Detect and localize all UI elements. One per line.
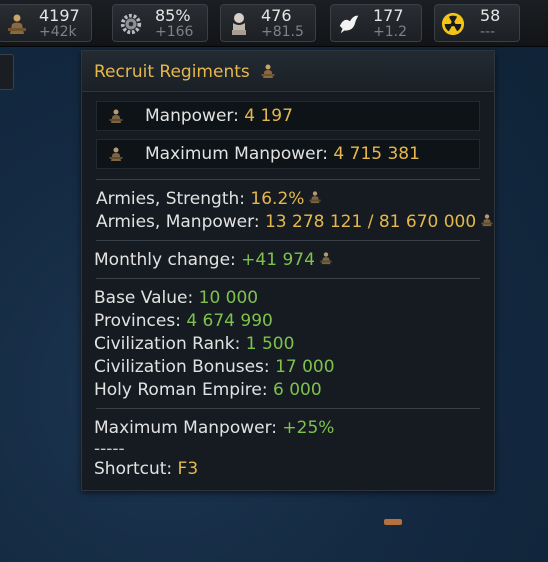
dashes-separator: ----- (94, 439, 125, 459)
holy-roman-empire-value: 6 000 (273, 380, 322, 400)
armies-manpower-label: Armies, Manpower: (96, 212, 265, 232)
holy-roman-empire-label: Holy Roman Empire: (94, 380, 273, 400)
monthly-change-label: Monthly change: (94, 250, 242, 270)
culture-resource[interactable]: 476 +81.5 (220, 4, 316, 42)
manpower-icon (108, 108, 124, 128)
culture-change: +81.5 (261, 24, 304, 40)
shortcut-key: F3 (177, 459, 199, 479)
recruit-regiments-tooltip: Recruit Regiments Manpower: 4 197 Maximu… (81, 50, 495, 491)
base-value-value: 10 000 (198, 288, 259, 308)
provinces-line: Provinces: 4 674 990 (94, 311, 273, 331)
civilization-rank-label: Civilization Rank: (94, 334, 246, 354)
armies-manpower-value: 13 278 121 / 81 670 000 (264, 212, 477, 232)
monthly-change-line: Monthly change: +41 974 (94, 250, 333, 270)
diplomacy-resource[interactable]: 177 +1.2 (330, 4, 422, 42)
maximum-manpower-value: 4 715 381 (333, 144, 420, 164)
nuclear-resource[interactable]: 58 --- (434, 4, 520, 42)
tooltip-header: Recruit Regiments (82, 51, 494, 92)
divider (96, 408, 480, 409)
civilization-bonuses-value: 17 000 (275, 357, 335, 377)
max-manpower-modifier-value: +25% (282, 418, 335, 438)
armies-strength-line: Armies, Strength: 16.2% (96, 189, 322, 209)
divider (96, 240, 480, 241)
max-manpower-modifier-label: Maximum Manpower: (94, 418, 283, 438)
production-value: 85% (155, 6, 191, 25)
top-resource-bar: 4197 +42k 85% +166 476 +81.5 177 +1.2 58… (0, 0, 548, 47)
divider (96, 179, 480, 180)
manpower-row: Manpower: 4 197 (96, 101, 480, 131)
diplomacy-change: +1.2 (373, 24, 407, 40)
maximum-manpower-label: Maximum Manpower: (145, 144, 334, 164)
manpower-value: 4 197 (244, 106, 293, 126)
culture-value: 476 (261, 6, 292, 25)
armies-strength-value: 16.2% (250, 189, 305, 209)
maximum-manpower-row: Maximum Manpower: 4 715 381 (96, 139, 480, 169)
production-resource[interactable]: 85% +166 (112, 4, 208, 42)
manpower-icon (108, 146, 124, 166)
side-panel-edge[interactable] (0, 54, 14, 90)
manpower-icon (319, 250, 333, 270)
shortcut-label: Shortcut: (94, 459, 178, 479)
diplomacy-value: 177 (373, 6, 404, 25)
production-change: +166 (155, 24, 194, 40)
monthly-change-value: +41 974 (241, 250, 315, 270)
armies-manpower-line: Armies, Manpower: 13 278 121 / 81 670 00… (96, 212, 494, 232)
manpower-icon (308, 189, 322, 209)
divider (96, 278, 480, 279)
manpower-label: Manpower: (145, 106, 245, 126)
base-value-label: Base Value: (94, 288, 199, 308)
manpower-value: 4197 (39, 6, 80, 25)
nuclear-change: --- (480, 24, 496, 40)
radiation-icon (441, 12, 465, 36)
tooltip-title: Recruit Regiments (94, 62, 250, 82)
bust-icon (227, 12, 251, 36)
holy-roman-empire-line: Holy Roman Empire: 6 000 (94, 380, 322, 400)
nuclear-value: 58 (480, 6, 501, 25)
base-value-line: Base Value: 10 000 (94, 288, 258, 308)
max-manpower-modifier-line: Maximum Manpower: +25% (94, 418, 334, 438)
provinces-label: Provinces: (94, 311, 187, 331)
manpower-change: +42k (39, 24, 77, 40)
soldier-icon (5, 12, 29, 36)
civilization-bonuses-line: Civilization Bonuses: 17 000 (94, 357, 335, 377)
gear-icon (119, 12, 143, 36)
dove-icon (337, 12, 361, 36)
civilization-rank-line: Civilization Rank: 1 500 (94, 334, 294, 354)
manpower-icon (260, 63, 276, 83)
map-unit-marker[interactable] (384, 519, 402, 525)
shortcut-line: Shortcut: F3 (94, 459, 198, 479)
manpower-resource[interactable]: 4197 +42k (0, 4, 92, 42)
provinces-value: 4 674 990 (186, 311, 273, 331)
manpower-icon (480, 212, 494, 232)
armies-strength-label: Armies, Strength: (96, 189, 251, 209)
civilization-bonuses-label: Civilization Bonuses: (94, 357, 276, 377)
civilization-rank-value: 1 500 (245, 334, 295, 354)
